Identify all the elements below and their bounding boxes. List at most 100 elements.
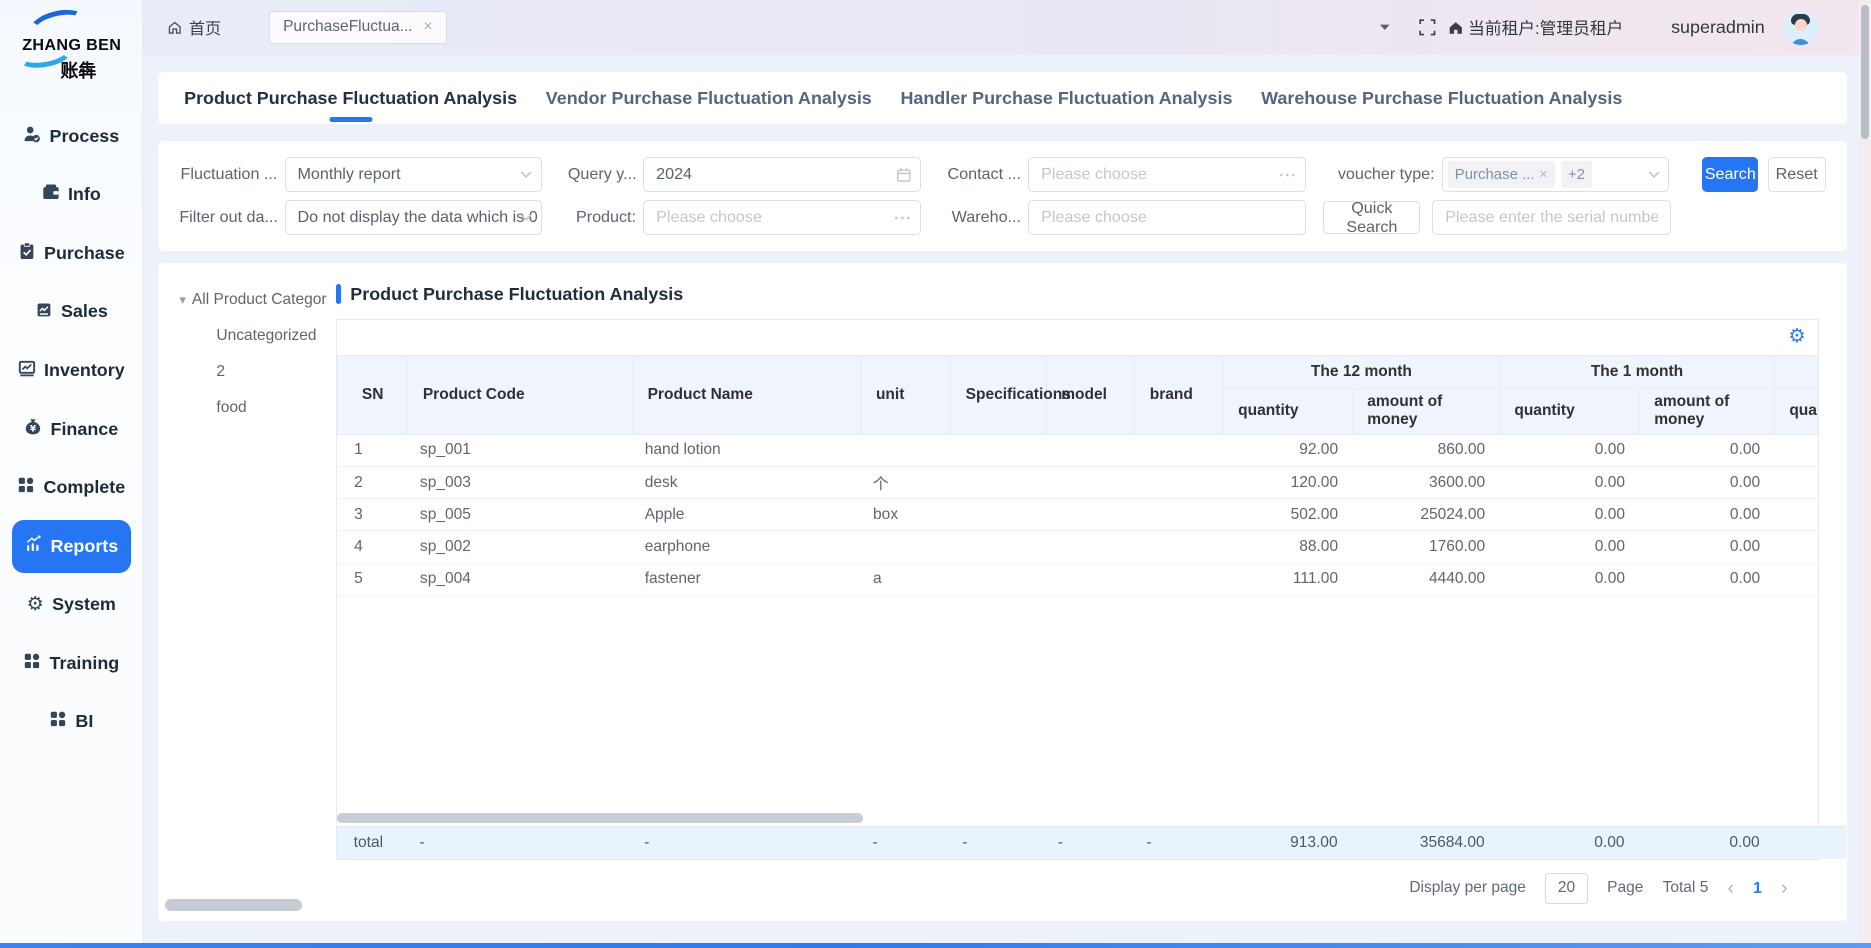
warehouse-select[interactable]: Please choose bbox=[1028, 200, 1305, 236]
vertical-scrollbar-thumb[interactable] bbox=[1861, 5, 1869, 139]
open-tab-chip[interactable]: PurchaseFluctua... × bbox=[269, 11, 447, 44]
more-dots-icon bbox=[894, 215, 911, 220]
tenant-label: 当前租户:管理员租户 bbox=[1468, 15, 1623, 39]
table-row[interactable]: 5sp_004fastenera 111.004440.000.000.00 bbox=[337, 563, 1817, 595]
total-12m-quantity: 913.00 bbox=[1223, 826, 1352, 858]
quick-search-button[interactable]: Quick Search bbox=[1323, 201, 1420, 234]
svg-text:¥: ¥ bbox=[30, 424, 37, 434]
chevron-down-icon bbox=[520, 213, 532, 221]
search-button[interactable]: Search bbox=[1702, 157, 1758, 193]
fluctuation-select[interactable]: Monthly report bbox=[285, 157, 542, 193]
sidebar-item-label: Complete bbox=[44, 477, 126, 498]
product-label: Product: bbox=[568, 208, 636, 227]
tree-item-food[interactable]: food bbox=[173, 390, 336, 426]
total-1m-quantity: 0.00 bbox=[1499, 826, 1639, 858]
table-toolbar: ⚙ bbox=[337, 320, 1818, 355]
sidebar-item-purchase[interactable]: Purchase bbox=[12, 227, 131, 280]
trend-chart-icon bbox=[18, 359, 36, 382]
more-dots-icon bbox=[1279, 172, 1296, 177]
group-header-clipped bbox=[1774, 355, 1817, 388]
sidebar-item-process[interactable]: Process bbox=[12, 110, 131, 163]
col-header-12m-quantity: quantity bbox=[1223, 389, 1352, 434]
contact-select[interactable]: Please choose bbox=[1028, 157, 1305, 193]
horizontal-scrollbar-thumb[interactable] bbox=[337, 813, 863, 824]
tab-label: Vendor Purchase Fluctuation Analysis bbox=[546, 88, 872, 109]
total-count-label: Total 5 bbox=[1663, 879, 1709, 897]
column-settings-gear-icon[interactable]: ⚙ bbox=[1788, 325, 1805, 350]
filter-panel: Fluctuation ... Monthly report Query y..… bbox=[158, 141, 1847, 251]
pagination: Display per page Page Total 5 ‹ 1 › bbox=[336, 860, 1819, 917]
tab-product-fluctuation[interactable]: Product Purchase Fluctuation Analysis bbox=[170, 72, 532, 125]
sidebar-item-bi[interactable]: BI bbox=[12, 696, 131, 749]
prev-page-icon[interactable]: ‹ bbox=[1727, 879, 1733, 898]
reset-button[interactable]: Reset bbox=[1768, 157, 1826, 193]
tab-warehouse-fluctuation[interactable]: Warehouse Purchase Fluctuation Analysis bbox=[1247, 72, 1637, 125]
next-page-icon[interactable]: › bbox=[1781, 879, 1787, 898]
bottom-horizontal-scrollbar[interactable] bbox=[0, 943, 1871, 948]
tree-root-all-categories[interactable]: ▾ All Product Categor bbox=[173, 282, 336, 318]
table-row[interactable]: 1sp_001hand lotion 92.00860.000.000.00 bbox=[337, 434, 1817, 466]
tab-label: Handler Purchase Fluctuation Analysis bbox=[900, 88, 1232, 109]
sidebar: ZHANG BEN 账犇 Process Info Purchase Sales bbox=[0, 0, 143, 948]
sidebar-item-info[interactable]: Info bbox=[12, 169, 131, 222]
serial-number-input[interactable] bbox=[1432, 200, 1671, 236]
total-label: total bbox=[337, 826, 408, 858]
col-header-1m-amount: amount of money bbox=[1639, 389, 1774, 434]
tree-item-2[interactable]: 2 bbox=[173, 354, 336, 390]
page-size-input[interactable] bbox=[1545, 873, 1588, 904]
sidebar-item-label: Reports bbox=[51, 536, 119, 557]
money-bag-icon: ¥ bbox=[24, 418, 42, 441]
sidebar-item-sales[interactable]: Sales bbox=[12, 286, 131, 339]
query-year-input[interactable]: 2024 bbox=[643, 157, 920, 193]
table-row[interactable]: 3sp_005Applebox 502.0025024.000.000.00 bbox=[337, 499, 1817, 531]
sidebar-horizontal-scrollbar-thumb[interactable] bbox=[165, 899, 302, 911]
username[interactable]: superadmin bbox=[1671, 17, 1765, 38]
table-row[interactable]: 4sp_002earphone 88.001760.000.000.00 bbox=[337, 531, 1817, 563]
voucher-type-multiselect[interactable]: Purchase ... × +2 bbox=[1442, 157, 1669, 193]
filter-out-select[interactable]: Do not display the data which is 0 bbox=[285, 200, 542, 236]
fluctuation-value: Monthly report bbox=[297, 165, 400, 184]
logo-text-en: ZHANG BEN bbox=[22, 36, 121, 55]
filter-out-label: Filter out da... bbox=[179, 208, 277, 227]
gear-icon: ⚙ bbox=[27, 595, 44, 614]
avatar-body bbox=[1791, 39, 1810, 45]
sidebar-item-complete[interactable]: Complete bbox=[12, 461, 131, 514]
wallet-icon bbox=[42, 183, 60, 206]
group-header-12-month: The 12 month bbox=[1223, 355, 1499, 388]
sidebar-item-training[interactable]: Training bbox=[12, 637, 131, 690]
chevron-down-icon bbox=[520, 170, 532, 178]
sidebar-item-label: BI bbox=[75, 711, 93, 732]
page-label: Page bbox=[1607, 879, 1643, 897]
table-row[interactable]: 2sp_003desk个 120.003600.000.000.00 bbox=[337, 466, 1817, 498]
tab-vendor-fluctuation[interactable]: Vendor Purchase Fluctuation Analysis bbox=[531, 72, 886, 125]
app-logo: ZHANG BEN 账犇 bbox=[5, 5, 137, 105]
product-select[interactable]: Please choose bbox=[643, 200, 920, 236]
sidebar-item-reports[interactable]: Reports bbox=[12, 520, 131, 573]
product-placeholder: Please choose bbox=[656, 208, 762, 227]
sidebar-item-finance[interactable]: ¥ Finance bbox=[12, 403, 131, 456]
category-tree: ▾ All Product Categor Uncategorized 2 fo… bbox=[173, 280, 336, 921]
current-tenant: 当前租户:管理员租户 bbox=[1448, 15, 1623, 39]
fullscreen-icon[interactable] bbox=[1419, 19, 1436, 36]
topbar: 首页 PurchaseFluctua... × 当前租户:管理员租户 super… bbox=[143, 0, 1871, 55]
table-container: ⚙ SN Product Co bbox=[336, 319, 1819, 860]
voucher-tag: Purchase ... × bbox=[1448, 161, 1555, 187]
tag-close-icon[interactable]: × bbox=[1539, 167, 1547, 183]
avatar[interactable] bbox=[1783, 10, 1819, 46]
app-root: ZHANG BEN 账犇 Process Info Purchase Sales bbox=[0, 0, 1871, 948]
sidebar-item-label: Purchase bbox=[44, 243, 125, 264]
topbar-right: 当前租户:管理员租户 superadmin bbox=[1380, 10, 1871, 46]
chevron-down-icon[interactable] bbox=[1380, 24, 1391, 31]
sidebar-item-label: Inventory bbox=[44, 360, 125, 381]
sidebar-item-inventory[interactable]: Inventory bbox=[12, 344, 131, 397]
tab-handler-fluctuation[interactable]: Handler Purchase Fluctuation Analysis bbox=[886, 72, 1247, 125]
query-year-value: 2024 bbox=[656, 165, 692, 184]
breadcrumb-home[interactable]: 首页 bbox=[167, 15, 221, 39]
sidebar-item-system[interactable]: ⚙ System bbox=[12, 578, 131, 631]
contact-placeholder: Please choose bbox=[1041, 165, 1147, 184]
close-icon[interactable]: × bbox=[423, 18, 432, 36]
logo-text-cn: 账犇 bbox=[60, 57, 96, 83]
current-page[interactable]: 1 bbox=[1753, 879, 1762, 898]
tree-item-uncategorized[interactable]: Uncategorized bbox=[173, 318, 336, 354]
clipboard-check-icon bbox=[18, 242, 36, 265]
